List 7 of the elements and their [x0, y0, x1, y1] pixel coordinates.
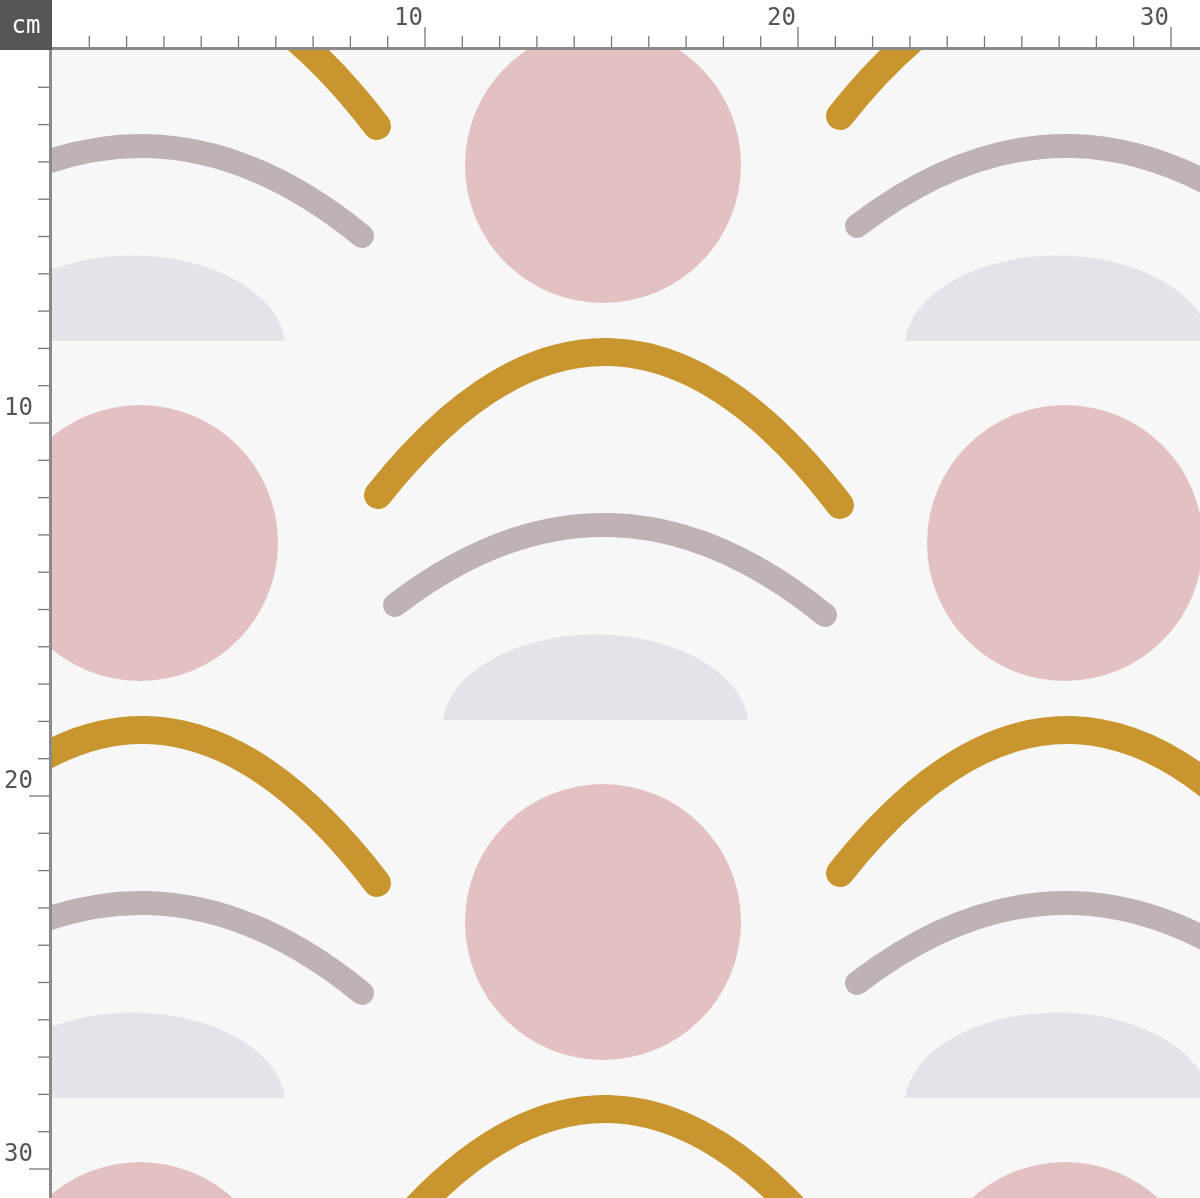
ruler-label: 20: [4, 765, 33, 795]
ruler-label: 30: [4, 1138, 33, 1168]
ruler-label: 30: [1140, 2, 1169, 32]
ruler-label: 10: [4, 392, 33, 422]
ruler-label: 10: [394, 2, 423, 32]
ruler-label: 20: [767, 2, 796, 32]
unit-label: cm: [0, 0, 52, 50]
